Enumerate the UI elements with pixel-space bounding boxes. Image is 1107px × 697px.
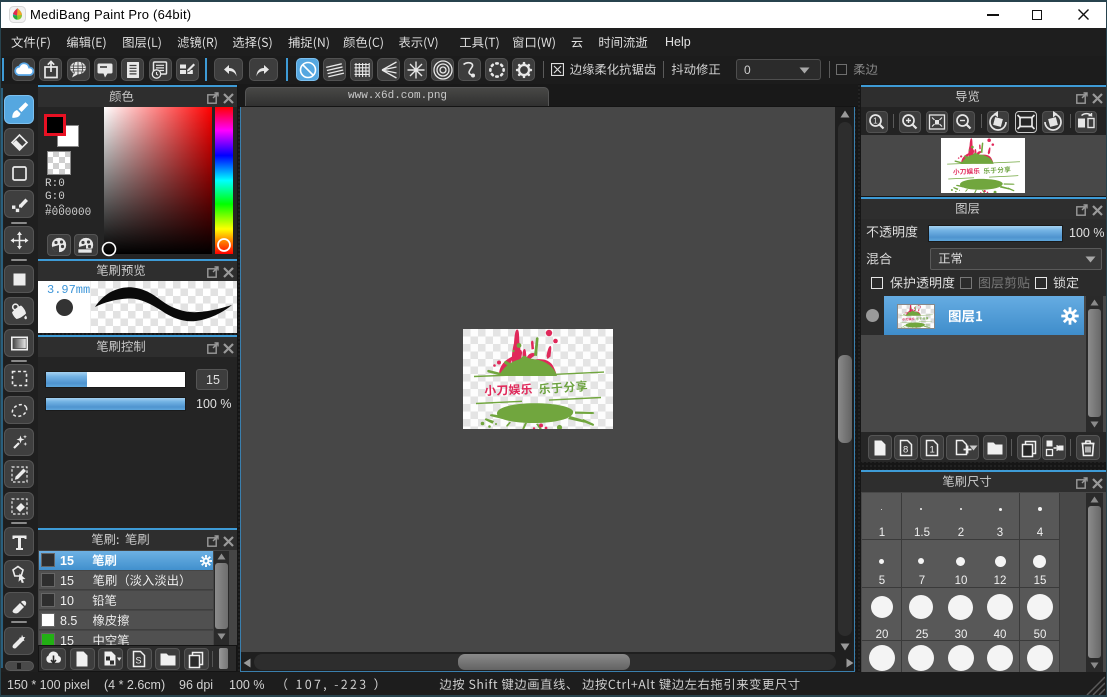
svg-text:1: 1 bbox=[930, 444, 935, 455]
svg-text:1: 1 bbox=[873, 117, 878, 126]
svg-text:S: S bbox=[136, 656, 142, 666]
svg-text:8: 8 bbox=[903, 444, 908, 455]
